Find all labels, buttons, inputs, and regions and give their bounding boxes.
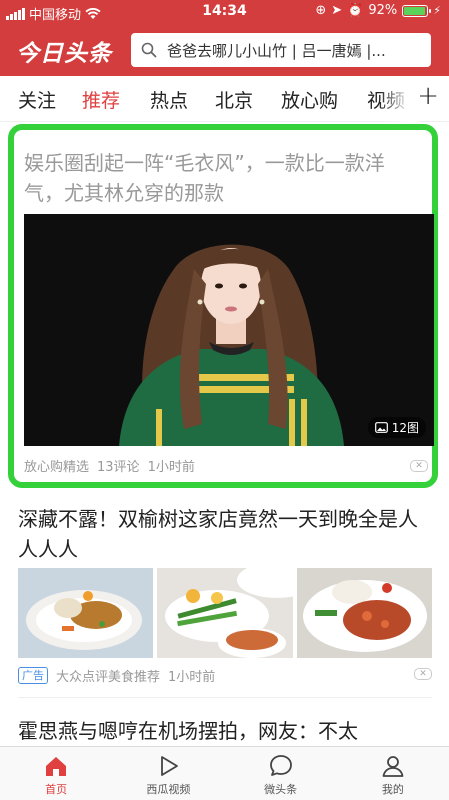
food-thumb-3	[296, 568, 432, 658]
tab-hot[interactable]: 热点	[150, 86, 188, 113]
ad-badge: 广告	[18, 667, 48, 684]
play-icon	[161, 756, 179, 776]
charging-icon: ⚡	[433, 4, 441, 17]
tab-fade	[379, 76, 419, 122]
battery-icon	[402, 4, 432, 17]
nav-micro-label: 微头条	[264, 783, 298, 796]
search-placeholder: 爸爸去哪儿小山竹 | 吕一唐嫣 |...	[167, 41, 386, 60]
status-right: ⊕ ➤ ⏰ 92% ⚡	[315, 3, 441, 18]
article-meta: 放心购精选 13评论 1小时前	[24, 456, 195, 475]
channel-tabs: 关注 推荐 热点 北京 放心购 视频 +	[0, 76, 449, 122]
alarm-icon: ⏰	[347, 3, 364, 18]
user-icon	[382, 756, 404, 777]
add-channel-icon[interactable]: +	[417, 81, 439, 111]
nav-home-label: 首页	[45, 783, 68, 796]
tab-beijing[interactable]: 北京	[215, 86, 253, 113]
tab-recommend[interactable]: 推荐	[82, 86, 120, 113]
tab-fangxingou[interactable]: 放心购	[281, 86, 338, 113]
search-bar[interactable]: 爸爸去哪儿小山竹 | 吕一唐嫣 |...	[131, 33, 431, 67]
image-count: 12图	[391, 421, 419, 435]
nav-video-label: 西瓜视频	[146, 783, 191, 796]
nav-home[interactable]: 首页	[0, 747, 112, 800]
article-title-2[interactable]: 深藏不露！双榆树这家店竟然一天到晚全是人人人人	[18, 504, 428, 564]
food-thumb-2	[157, 568, 293, 658]
battery-percent: 92%	[368, 3, 398, 18]
chat-bubble-icon	[269, 755, 292, 776]
article-time: 1小时前	[147, 460, 195, 475]
nav-video[interactable]: 西瓜视频	[112, 747, 224, 800]
location-icon: ➤	[331, 3, 343, 18]
article-thumbnails[interactable]	[18, 568, 432, 658]
dismiss-icon[interactable]: ✕	[410, 460, 428, 472]
article-comments: 13评论	[97, 460, 140, 475]
feed-item-highlighted[interactable]: 娱乐圈刮起一阵“毛衣风”，一款比一款洋气，尤其林允穿的那款 12图 放心购精选 …	[8, 124, 438, 488]
article-title[interactable]: 娱乐圈刮起一阵“毛衣风”，一款比一款洋气，尤其林允穿的那款	[24, 148, 424, 208]
article-source[interactable]: 放心购精选	[24, 456, 89, 475]
status-bar: 中国移动 14:34 ⊕ ➤ ⏰ 92% ⚡	[0, 0, 449, 24]
article-meta-2: 广告 大众点评美食推荐 1小时前	[18, 666, 215, 685]
article-source-2[interactable]: 大众点评美食推荐	[56, 666, 160, 685]
dismiss-icon-2[interactable]: ✕	[414, 668, 432, 680]
food-thumb-1	[18, 568, 154, 658]
article-time-2: 1小时前	[168, 670, 216, 685]
article-title-3[interactable]: 霍思燕与嗯哼在机场摆拍，网友：不太	[18, 716, 428, 746]
portrait-illustration	[24, 214, 434, 446]
feed-divider	[18, 697, 432, 698]
home-icon	[46, 757, 67, 776]
nav-me-label: 我的	[381, 783, 404, 796]
image-count-badge: 12图	[367, 417, 426, 438]
article-cover-image[interactable]: 12图	[24, 214, 434, 446]
search-icon	[141, 42, 157, 58]
image-icon	[374, 422, 388, 433]
nav-me[interactable]: 我的	[337, 747, 449, 800]
nav-micro[interactable]: 微头条	[225, 747, 337, 800]
app-header: 今日头条 爸爸去哪儿小山竹 | 吕一唐嫣 |...	[0, 24, 449, 76]
app-logo[interactable]: 今日头条	[16, 34, 112, 68]
rotation-lock-icon: ⊕	[315, 3, 327, 18]
tab-follow[interactable]: 关注	[18, 86, 56, 113]
bottom-nav: 首页 西瓜视频 微头条 我的	[0, 746, 449, 800]
